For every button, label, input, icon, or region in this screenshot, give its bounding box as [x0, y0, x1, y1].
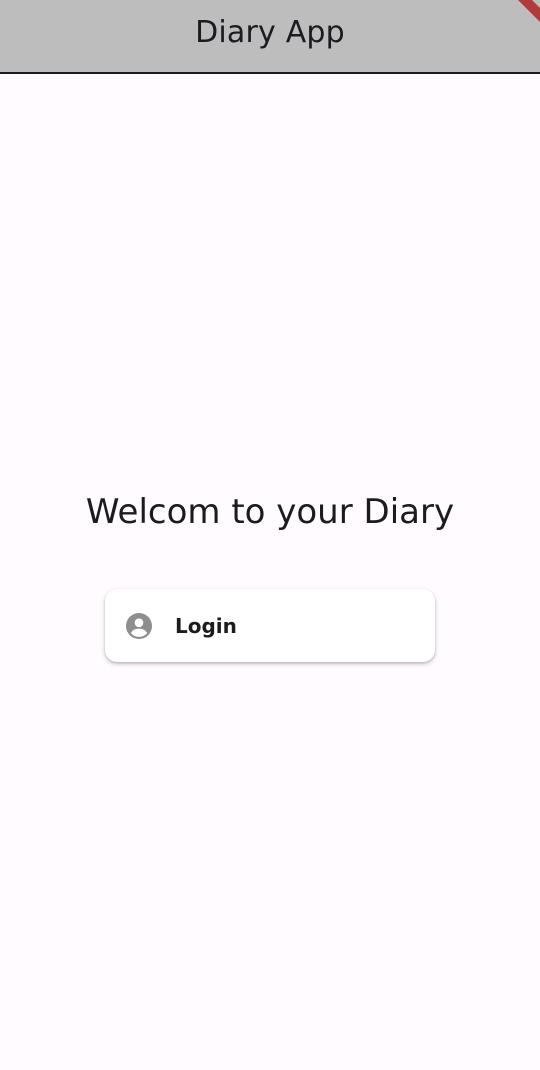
welcome-heading: Welcom to your Diary — [85, 492, 455, 532]
login-button[interactable]: Login — [105, 589, 435, 662]
app-bar: Diary App — [0, 0, 540, 74]
app-title: Diary App — [195, 14, 345, 50]
debug-banner-ribbon — [518, 0, 540, 22]
app-root: Diary App Welcom to your Diary Login — [0, 0, 540, 1070]
account-circle-icon — [126, 612, 152, 639]
login-button-label: Login — [175, 613, 237, 638]
debug-banner — [510, 0, 540, 30]
